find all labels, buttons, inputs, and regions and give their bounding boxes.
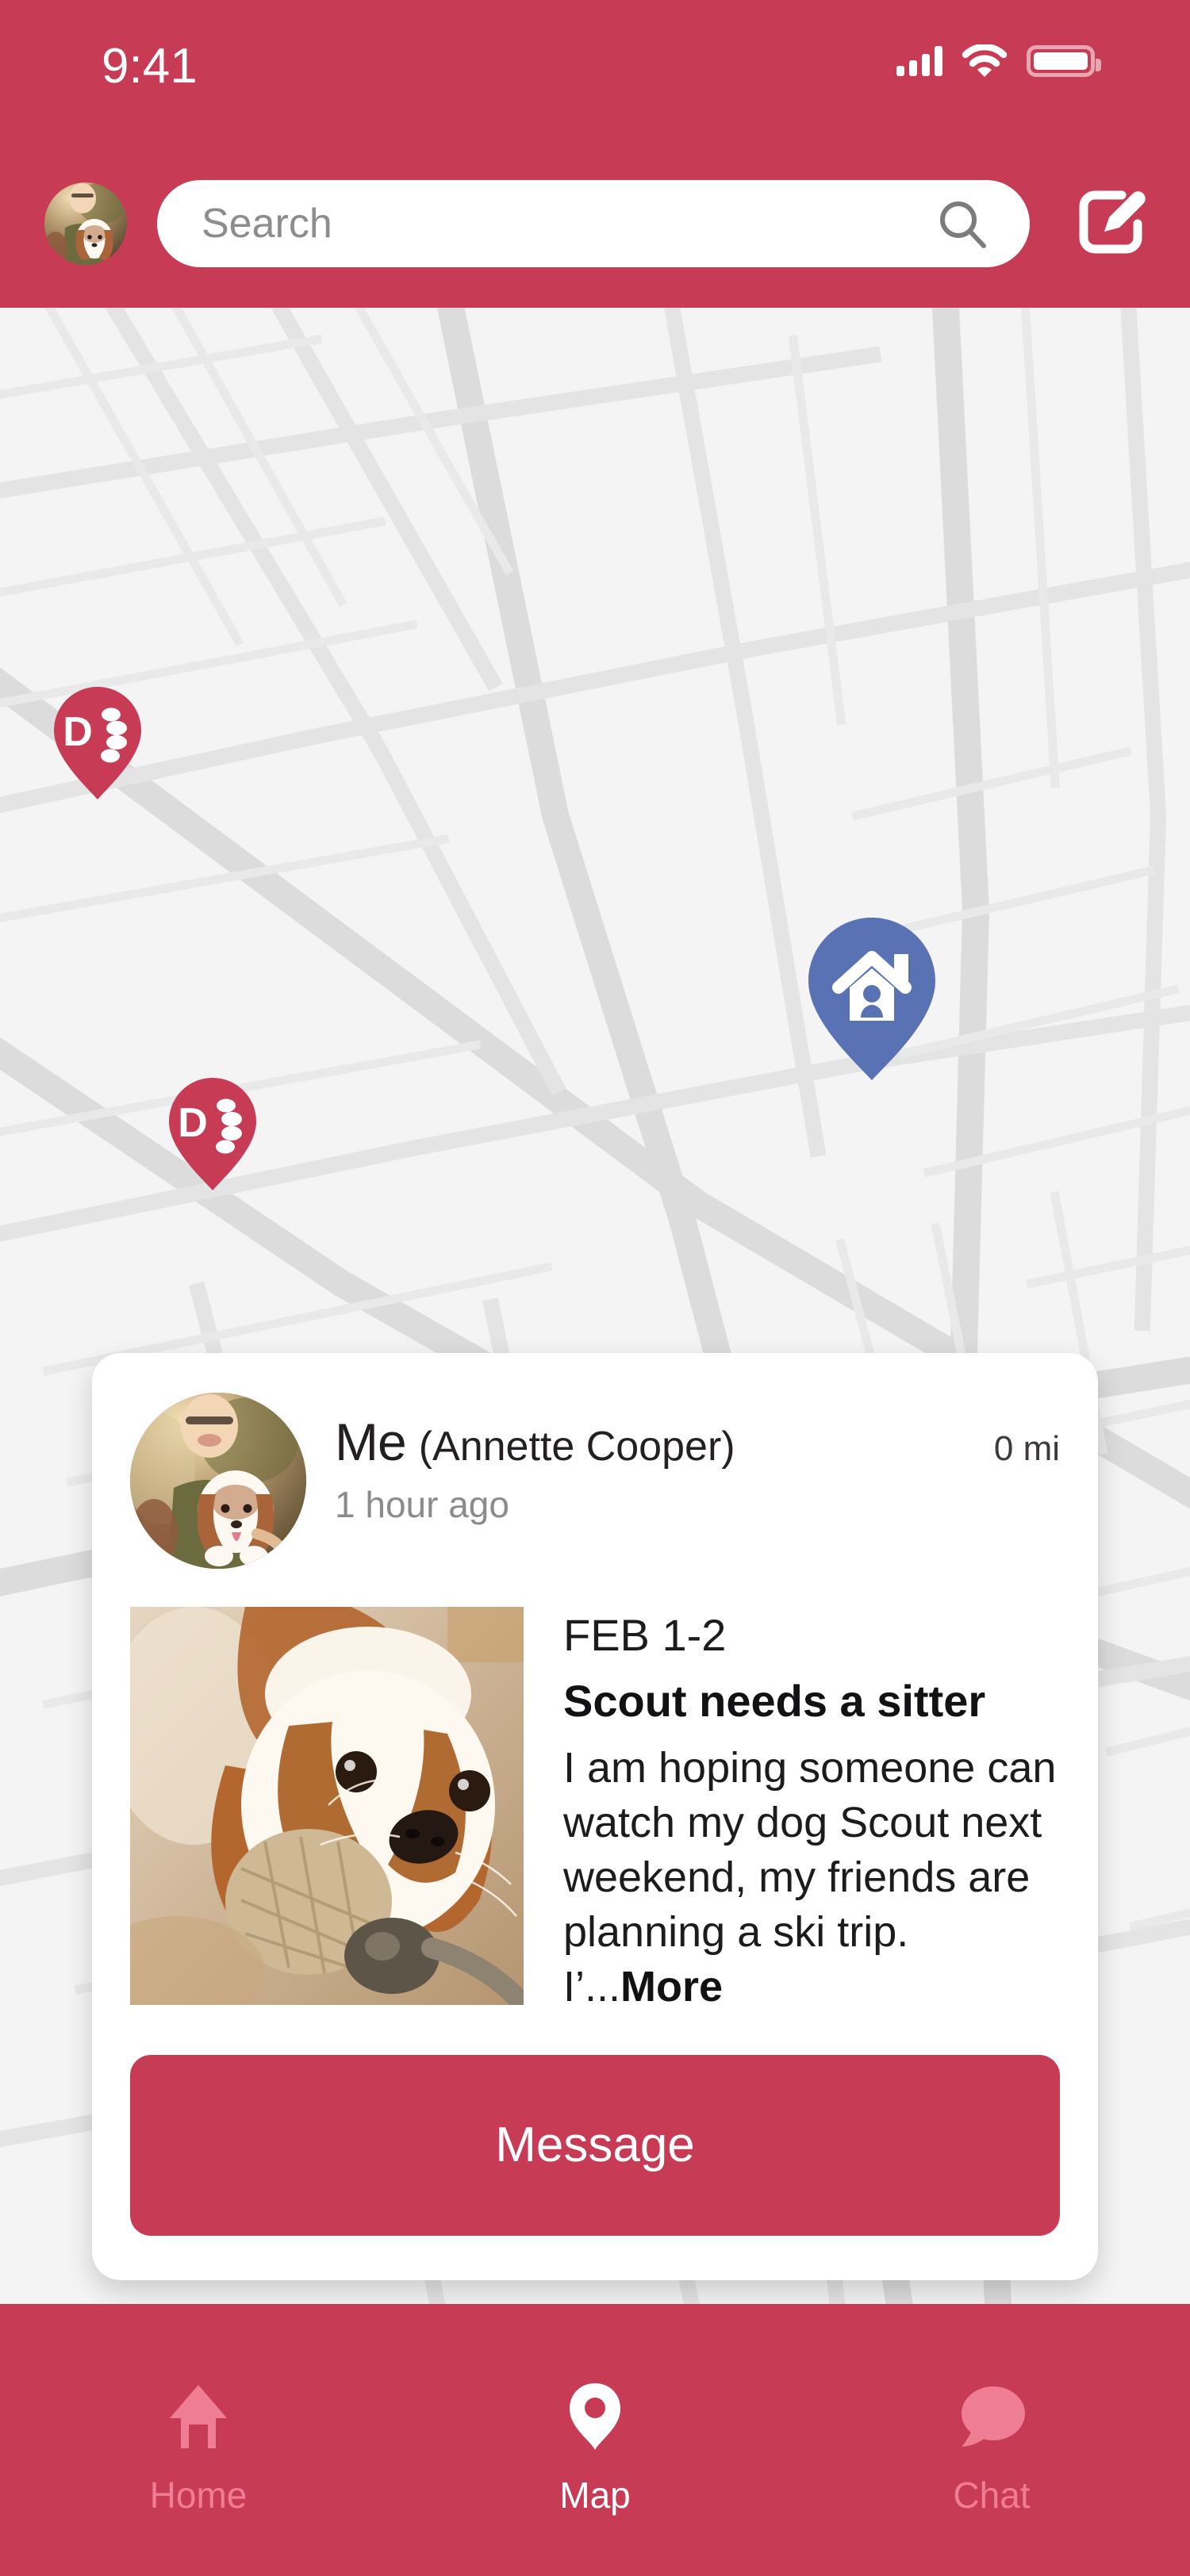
cellular-signal-icon [896, 46, 942, 76]
svg-text:D: D [63, 709, 93, 755]
post-timestamp: 1 hour ago [335, 1484, 509, 1525]
map-pin-dog-1[interactable]: D [54, 687, 141, 799]
nav-label-home: Home [149, 2474, 248, 2516]
dog-photo-cavalier-spaniel [130, 1607, 524, 2005]
message-button[interactable]: Message [130, 2054, 1060, 2236]
post-card[interactable]: Me (Annette Cooper) 0 mi 1 hour ago FEB … [92, 1353, 1098, 2280]
post-card-body: FEB 1-2 Scout needs a sitter I am hoping… [130, 1607, 1060, 2015]
nav-item-map[interactable]: Map [397, 2380, 793, 2517]
map-pin-dog-2[interactable]: D [169, 1078, 256, 1190]
app-header [0, 140, 1190, 308]
distance-label: 0 mi [993, 1429, 1060, 1468]
author-name: (Annette Cooper) [418, 1424, 735, 1470]
compose-edit-icon [1073, 184, 1149, 264]
post-photo[interactable] [130, 1607, 524, 2005]
chat-bubble-icon [955, 2380, 1028, 2453]
status-indicators [896, 43, 1101, 78]
battery-full-icon [1027, 45, 1101, 77]
bottom-navigation: Home Map Chat [0, 2304, 1190, 2576]
status-time: 9:41 [102, 39, 198, 94]
nav-label-chat: Chat [953, 2474, 1031, 2516]
nav-label-map: Map [559, 2474, 631, 2516]
poster-avatar[interactable] [130, 1393, 306, 1569]
map-pin-icon [559, 2380, 631, 2453]
search-icon[interactable] [936, 197, 988, 250]
post-card-header: Me (Annette Cooper) 0 mi 1 hour ago [130, 1393, 1060, 1569]
profile-avatar-button[interactable] [44, 182, 127, 265]
search-input[interactable] [202, 200, 936, 247]
post-description: I am hoping someone can watch my dog Sco… [563, 1741, 1060, 2015]
app-screen: D D D [0, 0, 1190, 2576]
status-bar: 9:41 [0, 0, 1190, 140]
post-text-block: FEB 1-2 Scout needs a sitter I am hoping… [563, 1607, 1060, 2015]
nav-item-chat[interactable]: Chat [793, 2380, 1190, 2517]
home-icon [162, 2380, 235, 2453]
map-pin-home[interactable] [808, 918, 935, 1080]
search-bar[interactable] [157, 180, 1030, 267]
nav-item-home[interactable]: Home [0, 2380, 397, 2517]
avatar-photo-woman-with-dog [130, 1393, 306, 1569]
avatar-photo-woman-with-dog-small [44, 182, 127, 265]
wifi-icon [962, 43, 1008, 78]
post-title: Scout needs a sitter [563, 1675, 986, 1726]
post-card-meta: Me (Annette Cooper) 0 mi 1 hour ago [306, 1396, 1060, 1526]
svg-text:D: D [178, 1100, 208, 1146]
author-row: Me (Annette Cooper) 0 mi [335, 1412, 1060, 1472]
compose-button[interactable] [1073, 186, 1149, 262]
post-date-range: FEB 1-2 [563, 1610, 727, 1660]
more-link[interactable]: More [620, 1963, 723, 2011]
author-prefix: Me [335, 1413, 407, 1471]
